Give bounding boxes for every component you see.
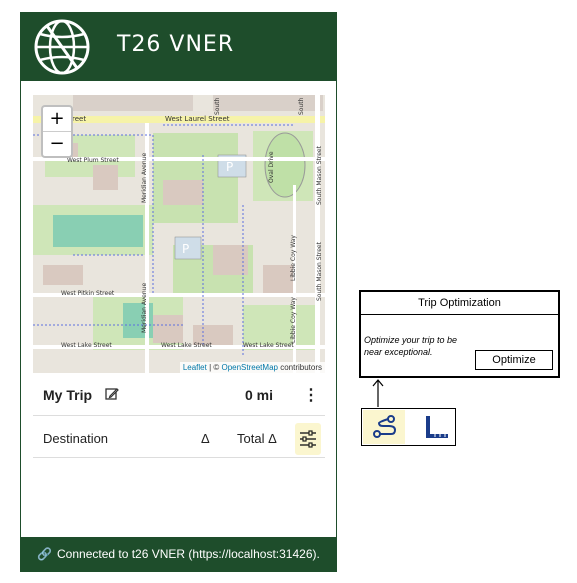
more-vertical-icon[interactable]: ⋮ — [303, 385, 319, 405]
zoom-out-button[interactable]: − — [43, 132, 71, 156]
map-street-label: West Lake Street — [61, 342, 112, 349]
map-tiles[interactable]: P P Laurel Street West Laurel Street Wes… — [33, 95, 325, 373]
zoom-in-button[interactable]: + — [43, 107, 71, 132]
osm-link[interactable]: OpenStreetMap — [221, 363, 277, 372]
measure-button[interactable] — [414, 410, 454, 444]
svg-text:P: P — [182, 242, 189, 256]
connection-status: Connected to t26 VNER (https://localhost… — [57, 547, 320, 561]
pencil-icon[interactable] — [105, 387, 119, 401]
map-street-label: Libbie Coy Way — [290, 235, 297, 281]
map-street-label: West Lake Street — [161, 342, 212, 349]
sliders-icon — [300, 430, 316, 448]
optimize-button[interactable]: Optimize — [475, 350, 553, 370]
tool-selector — [361, 408, 456, 446]
map-street-label: South — [214, 97, 221, 115]
zoom-control: + − — [41, 105, 73, 158]
arrow-up-icon — [372, 379, 384, 407]
filter-button[interactable] — [295, 423, 321, 455]
map-street-label: West Plum Street — [67, 157, 119, 164]
map-street-label: Libbie Coy Way — [290, 297, 297, 343]
ruler-icon — [426, 416, 448, 438]
map-street-label: Meridian Avenue — [141, 283, 148, 333]
map-view[interactable]: P P Laurel Street West Laurel Street Wes… — [33, 95, 325, 373]
map-street-label: Oval Drive — [268, 151, 275, 183]
app-title: T26 VNER — [117, 32, 235, 57]
trip-header: My Trip 0 mi ⋮ — [33, 379, 325, 416]
leaflet-link[interactable]: Leaflet — [183, 363, 207, 372]
divider — [361, 314, 558, 315]
map-street-label: South — [298, 97, 305, 115]
link-icon: 🔗 — [37, 547, 52, 561]
map-street-label: South Mason Street — [316, 241, 323, 301]
map-street-label: West Pitkin Street — [61, 290, 115, 297]
optimization-description: Optimize your trip to be near exceptiona… — [364, 335, 458, 357]
route-button[interactable] — [363, 410, 405, 444]
trip-distance: 0 mi — [245, 387, 274, 403]
itinerary-header: Destination Δ Total Δ — [33, 421, 325, 458]
status-bar: 🔗 Connected to t26 VNER (https://localho… — [21, 537, 336, 571]
app-header: T26 VNER — [21, 13, 336, 81]
map-street-label: Meridian Avenue — [141, 153, 148, 203]
svg-text:P: P — [226, 160, 233, 174]
app-window: T26 VNER P P Street West Laurel Street W… — [20, 12, 337, 572]
trip-title: My Trip — [43, 387, 93, 403]
optimization-title: Trip Optimization — [418, 297, 501, 309]
column-total-delta: Total Δ — [237, 431, 277, 446]
route-icon — [373, 415, 397, 438]
trip-optimization-panel: Trip Optimization Optimize your trip to … — [359, 290, 560, 378]
column-destination: Destination — [43, 431, 109, 446]
map-street-label: West Lake Street — [243, 342, 294, 349]
map-street-label: South Mason Street — [316, 145, 323, 205]
attribution-separator: | © — [206, 363, 222, 372]
map-attribution: Leaflet | © OpenStreetMap contributors — [179, 362, 325, 373]
globe-icon[interactable] — [33, 18, 91, 76]
attribution-tail: contributors — [277, 363, 322, 372]
map-street-label: West Laurel Street — [165, 115, 230, 123]
column-delta: Δ — [201, 431, 210, 446]
